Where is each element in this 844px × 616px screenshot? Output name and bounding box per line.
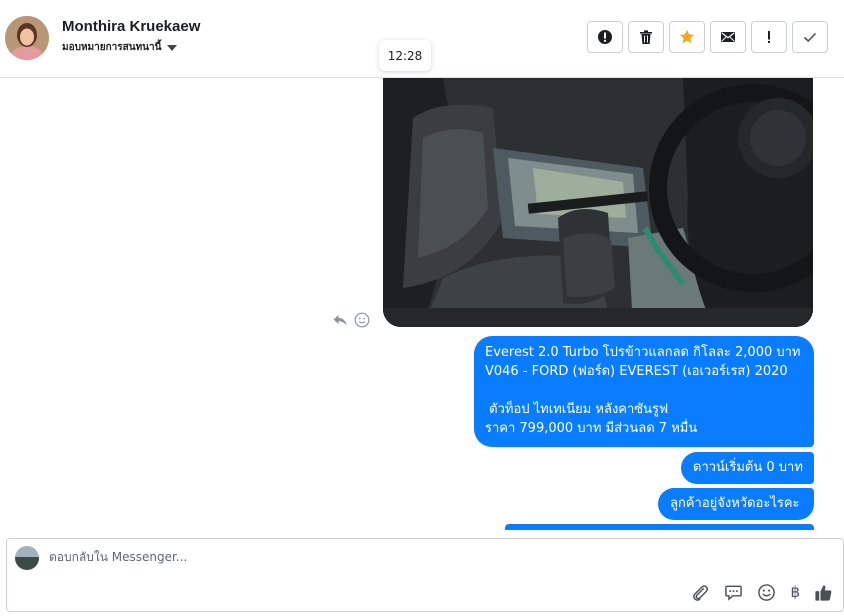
alert-circle-icon	[598, 30, 612, 44]
envelope-icon	[721, 32, 735, 42]
message-bubble-province-question[interactable]: ลูกค้าอยู่จังหวัดอะไรคะ	[658, 488, 814, 520]
thumbs-up-icon[interactable]	[814, 583, 833, 602]
message-line	[485, 381, 804, 400]
chat-bubble-icon[interactable]	[724, 583, 743, 602]
exclamation-icon	[768, 31, 770, 43]
assign-label: มอบหมายการสนทนานี้	[62, 42, 162, 53]
message-tools	[332, 312, 370, 328]
smiley-icon[interactable]	[757, 583, 776, 602]
message-line: ราคา 799,000 บาท มีส่วนลด 7 หมื่น	[485, 421, 698, 436]
car-interior-photo[interactable]	[383, 78, 813, 327]
mark-spam-button[interactable]	[587, 21, 623, 53]
delete-button[interactable]	[628, 21, 664, 53]
message-bubble-partial[interactable]	[505, 524, 814, 530]
trash-icon	[640, 30, 652, 44]
mark-done-button[interactable]	[792, 21, 828, 53]
caret-down-icon	[167, 44, 178, 51]
car-interior-image	[383, 78, 813, 327]
reply-icon[interactable]	[332, 312, 348, 328]
page-avatar	[15, 546, 39, 570]
follow-up-button[interactable]	[669, 21, 705, 53]
assign-conversation-dropdown[interactable]: มอบหมายการสนทนานี้	[62, 40, 178, 55]
message-line: Everest 2.0 Turbo โปรข้าวแลกลด กิโลละ 2,…	[485, 345, 801, 360]
message-bubble-car-details[interactable]: Everest 2.0 Turbo โปรข้าวแลกลด กิโลละ 2,…	[474, 336, 814, 447]
mark-unread-button[interactable]	[710, 21, 746, 53]
reply-input[interactable]	[49, 550, 749, 564]
header-actions	[587, 21, 828, 53]
paperclip-icon[interactable]	[691, 583, 710, 602]
mark-important-button[interactable]	[751, 21, 787, 53]
react-smiley-icon[interactable]	[354, 312, 370, 328]
composer-toolbar: ฿	[691, 583, 833, 602]
message-line: ตัวท็อป ไทเทเนียม หลังคาซันรูฟ	[485, 402, 669, 417]
check-icon	[803, 32, 817, 43]
reply-composer: ฿	[6, 538, 844, 612]
message-timestamp-tooltip: 12:28	[379, 40, 431, 71]
star-icon	[679, 29, 695, 44]
message-bubble-down-payment[interactable]: ดาวน์เริ่มต้น 0 บาท	[681, 452, 814, 484]
baht-icon[interactable]: ฿	[790, 583, 800, 602]
contact-name[interactable]: Monthira Kruekaew	[62, 18, 200, 35]
avatar-portrait	[5, 16, 49, 60]
message-line: V046 - FORD (ฟอร์ด) EVEREST (เอเวอร์เรส)…	[485, 364, 788, 379]
contact-avatar[interactable]	[5, 16, 49, 60]
